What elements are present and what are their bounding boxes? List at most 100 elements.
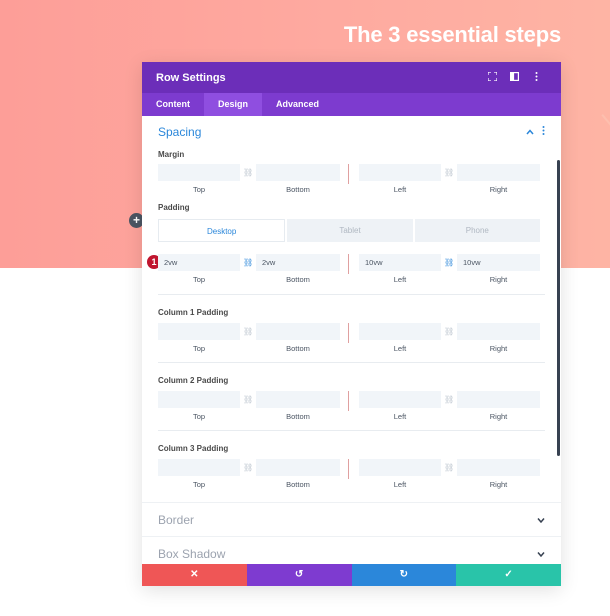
settings-tabs: Content Design Advanced [142,93,561,116]
link-icon[interactable]: ⛓ [243,463,253,472]
caption-left: Left [393,480,407,489]
margin-right-input[interactable] [457,164,540,181]
modal-footer: ✕ ↺ ↻ ✓ [142,564,561,586]
padding-top-input[interactable]: 2vw [158,254,240,271]
caption-left: Left [393,412,407,421]
chevron-down-icon[interactable] [537,515,545,525]
tab-desktop[interactable]: Desktop [158,219,286,242]
margin-label: Margin [158,150,185,159]
caption-top: Top [192,185,206,194]
col3-top-input[interactable] [158,459,240,476]
caption-right: Right [489,412,508,421]
link-icon[interactable]: ⛓ [243,327,253,336]
padding-left-input[interactable]: 10vw [359,254,441,271]
divider [348,164,349,184]
tab-phone[interactable]: Phone [414,219,540,242]
column2-padding-controls: ⛓ ⛓ Top Bottom Left Right [142,391,561,427]
divider [158,362,545,363]
decorative-line [601,114,610,146]
tab-design[interactable]: Design [204,93,263,116]
tab-content[interactable]: Content [142,93,204,116]
chevron-down-icon[interactable] [537,549,545,559]
row-settings-modal: Row Settings Content Design Advanced Spa… [142,62,561,586]
tab-tablet[interactable]: Tablet [287,219,413,242]
device-tabs: Desktop Tablet Phone [158,219,540,242]
save-button[interactable]: ✓ [456,564,561,586]
col3-bottom-input[interactable] [256,459,340,476]
divider [348,391,349,411]
caption-bottom: Bottom [286,412,310,421]
chevron-up-icon[interactable] [526,127,534,137]
link-icon[interactable]: ⛓ [444,395,454,404]
padding-controls: 1 2vw ⛓ 2vw 10vw ⛓ 10vw Top Bottom Left … [142,254,561,290]
col1-top-input[interactable] [158,323,240,340]
caption-left: Left [393,185,407,194]
margin-top-input[interactable] [158,164,240,181]
more-options-icon[interactable] [525,71,547,84]
caption-right: Right [489,480,508,489]
caption-top: Top [192,275,206,284]
column3-padding-label: Column 3 Padding [158,444,229,453]
col2-bottom-input[interactable] [256,391,340,408]
expand-icon[interactable] [481,70,503,84]
padding-label: Padding [158,203,190,212]
box-shadow-title: Box Shadow [158,546,226,561]
col2-top-input[interactable] [158,391,240,408]
link-icon[interactable]: ⛓ [243,258,253,267]
section-options-icon[interactable] [542,126,545,138]
divider [158,430,545,431]
tab-advanced[interactable]: Advanced [262,93,333,116]
col2-right-input[interactable] [457,391,540,408]
padding-bottom-input[interactable]: 2vw [256,254,340,271]
padding-right-input[interactable]: 10vw [457,254,540,271]
divider [348,254,349,274]
caption-bottom: Bottom [286,344,310,353]
caption-left: Left [393,344,407,353]
col1-bottom-input[interactable] [256,323,340,340]
spacing-section-header[interactable]: Spacing [142,116,561,148]
caption-bottom: Bottom [286,185,310,194]
border-section-header[interactable]: Border [142,502,561,536]
col3-right-input[interactable] [457,459,540,476]
caption-top: Top [192,344,206,353]
spacing-title: Spacing [158,125,202,139]
divider [158,294,545,295]
modal-header: Row Settings [142,62,561,93]
col1-left-input[interactable] [359,323,441,340]
border-title: Border [158,512,195,527]
link-icon[interactable]: ⛓ [243,395,253,404]
column1-padding-controls: ⛓ ⛓ Top Bottom Left Right [142,323,561,359]
redo-button[interactable]: ↻ [351,564,457,586]
link-icon[interactable]: ⛓ [444,258,454,267]
undo-button[interactable]: ↺ [246,564,352,586]
modal-title: Row Settings [156,71,226,84]
scrollbar[interactable] [557,160,560,456]
link-icon[interactable]: ⛓ [444,463,454,472]
cancel-button[interactable]: ✕ [142,564,247,586]
margin-bottom-input[interactable] [256,164,340,181]
link-icon[interactable]: ⛓ [243,168,253,177]
link-icon[interactable]: ⛓ [444,168,454,177]
settings-content: Spacing Margin ⛓ ⛓ Top Bottom Left Right… [142,116,561,564]
caption-bottom: Bottom [286,275,310,284]
column2-padding-label: Column 2 Padding [158,376,229,385]
margin-left-input[interactable] [359,164,441,181]
caption-right: Right [489,344,508,353]
caption-top: Top [192,480,206,489]
hero-title: The 3 essential steps [343,22,561,47]
divider [348,323,349,343]
caption-top: Top [192,412,206,421]
column3-padding-controls: ⛓ ⛓ Top Bottom Left Right [142,459,561,495]
divider [348,459,349,479]
split-view-icon[interactable] [503,71,525,84]
column1-padding-label: Column 1 Padding [158,308,229,317]
col3-left-input[interactable] [359,459,441,476]
caption-right: Right [489,275,508,284]
caption-left: Left [393,275,407,284]
col2-left-input[interactable] [359,391,441,408]
margin-controls: ⛓ ⛓ Top Bottom Left Right [142,164,561,200]
caption-right: Right [489,185,508,194]
col1-right-input[interactable] [457,323,540,340]
link-icon[interactable]: ⛓ [444,327,454,336]
box-shadow-section-header[interactable]: Box Shadow [142,536,561,564]
